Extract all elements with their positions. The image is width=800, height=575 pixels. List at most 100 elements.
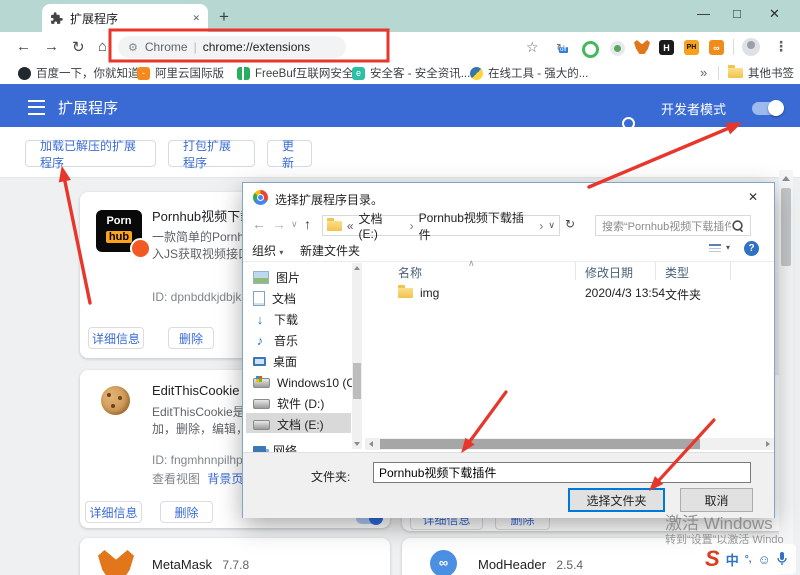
select-folder-button[interactable]: 选择文件夹 [568, 488, 665, 512]
column-divider[interactable] [730, 262, 731, 280]
window-maximize-button[interactable]: □ [733, 6, 741, 21]
folder-icon [327, 221, 342, 231]
view-caret-icon[interactable]: ▾ [726, 243, 730, 252]
modheader-extension-icon[interactable]: H [659, 40, 674, 55]
folder-name-input[interactable] [373, 462, 751, 483]
scroll-up-arrow[interactable] [782, 176, 790, 181]
sidebar-item-downloads[interactable]: ↓下载 [253, 310, 298, 329]
sidebar-item-documents[interactable]: 文档 [253, 289, 296, 308]
h-glyph: H [663, 43, 670, 53]
scrollbar-thumb[interactable] [353, 363, 361, 399]
bookmark-aliyun[interactable]: -阿里云国际版 [137, 65, 224, 81]
column-divider[interactable] [575, 262, 576, 280]
scroll-left-arrow[interactable] [369, 441, 373, 447]
sidebar-item-drive-e[interactable]: 文档 (E:) [253, 415, 324, 434]
editthiscookie-extension-icon[interactable]: ∞ [709, 40, 724, 55]
column-type[interactable]: 类型 [665, 264, 689, 281]
nav-up-icon[interactable]: ↑ [304, 216, 311, 232]
pornhub-extension-icon[interactable]: PH [684, 40, 699, 55]
bookmarks-overflow-button[interactable]: » [700, 65, 707, 80]
bookmark-baidu[interactable]: 百度一下，你就知道 [18, 65, 140, 81]
organize-label: 组织 [252, 244, 276, 258]
address-divider: | [194, 40, 197, 54]
ime-lang-toggle[interactable]: 中 [726, 550, 739, 569]
reload-button[interactable]: ↻ [72, 38, 85, 56]
column-name[interactable]: 名称 [398, 264, 422, 281]
sidebar-item-pictures[interactable]: 图片 [253, 268, 300, 287]
cancel-label: 取消 [704, 492, 728, 509]
list-horizontal-scrollbar[interactable] [365, 438, 774, 450]
refresh-icon[interactable]: ↻ [565, 217, 575, 231]
home-button[interactable]: ⌂ [98, 38, 107, 55]
bookmark-anquanke[interactable]: e安全客 - 安全资讯... [352, 65, 470, 81]
scrollbar-thumb[interactable] [380, 439, 700, 449]
bookmark-label: 百度一下，你就知道 [36, 65, 140, 81]
hamburger-menu-icon[interactable] [28, 100, 45, 115]
pack-extension-button[interactable]: 打包扩展程序 [168, 140, 255, 167]
ime-emoji-icon[interactable]: ☺ [757, 552, 770, 567]
organize-button[interactable]: 组织 ▾ [252, 242, 283, 259]
scroll-down-arrow[interactable] [354, 442, 360, 446]
remove-button[interactable]: 删除 [168, 327, 214, 349]
breadcrumb-drive[interactable]: 文档 (E:) [359, 210, 405, 241]
tab-close-icon[interactable]: ✕ [192, 13, 200, 24]
scroll-right-arrow[interactable] [766, 441, 770, 447]
proxy-off-extension-icon[interactable]: ↻ off [556, 39, 572, 55]
other-bookmarks-button[interactable]: 其他书签 [728, 65, 794, 81]
window-minimize-button[interactable]: — [697, 6, 710, 21]
nav-back-icon[interactable]: ← [252, 216, 266, 232]
dialog-close-icon[interactable]: ✕ [748, 190, 758, 204]
sogou-logo[interactable]: S [705, 546, 720, 572]
forward-button[interactable]: → [44, 38, 59, 55]
cookie-icon [101, 386, 130, 415]
nav-forward-icon[interactable]: → [272, 216, 286, 232]
ime-punctuation-toggle[interactable]: °, [745, 554, 752, 565]
address-bar[interactable]: ⚙ Chrome | chrome://extensions [118, 36, 346, 58]
tab-extensions[interactable]: 扩展程序 ✕ [42, 4, 208, 32]
bookmark-star-icon[interactable]: ☆ [526, 39, 539, 56]
bookmark-tools[interactable]: 在线工具 - 强大的... [470, 65, 588, 81]
update-button[interactable]: 更新 [267, 140, 312, 167]
sidebar-item-desktop[interactable]: 桌面 [253, 352, 297, 371]
sidebar-item-drive-d[interactable]: 软件 (D:) [253, 394, 324, 413]
off-badge: off [559, 47, 568, 53]
page-scrollbar[interactable] [779, 170, 793, 575]
dialog-command-bar: 组织 ▾ 新建文件夹 ▾ ? [243, 238, 774, 262]
back-button[interactable]: ← [16, 38, 31, 55]
background-page-link[interactable]: 背景页 [207, 472, 243, 486]
breadcrumb-prefix[interactable]: « [347, 219, 354, 233]
breadcrumb-dropdown-icon[interactable]: ∨ [548, 220, 555, 231]
view-mode-icon[interactable] [709, 244, 721, 255]
dev-mode-toggle[interactable] [752, 102, 782, 115]
new-tab-button[interactable]: + [219, 7, 229, 27]
nav-history-dropdown-icon[interactable]: ∨ [291, 219, 298, 230]
remove-button[interactable]: 删除 [160, 501, 213, 523]
window-close-button[interactable]: ✕ [769, 6, 780, 22]
details-button[interactable]: 详细信息 [88, 327, 144, 349]
tab-title: 扩展程序 [70, 10, 192, 27]
scroll-up-arrow[interactable] [354, 266, 360, 270]
ime-mic-icon[interactable] [777, 552, 787, 566]
sidebar-item-music[interactable]: ♪音乐 [253, 331, 298, 350]
sidebar-item-drive-c[interactable]: Windows10 (C: [253, 373, 358, 392]
bookmark-freebuf[interactable]: FreeBuf互联网安全... [237, 65, 363, 81]
dialog-search-box[interactable]: 搜索“Pornhub视频下载插件” [595, 215, 751, 236]
inspect-views-row: 查看视图 背景页 [152, 470, 243, 487]
green-ring-extension-icon[interactable] [582, 41, 599, 58]
new-folder-button[interactable]: 新建文件夹 [300, 242, 360, 259]
select-folder-dialog: 选择扩展程序目录。 ✕ ← → ∨ ↑ « 文档 (E:) › Pornhub视… [243, 183, 774, 517]
anquanke-favicon: e [352, 67, 365, 80]
help-icon[interactable]: ? [744, 241, 759, 256]
avatar[interactable] [742, 38, 760, 56]
load-unpacked-button[interactable]: 加载已解压的扩展程序 [25, 140, 156, 167]
sidebar-scrollbar[interactable] [352, 263, 362, 449]
column-divider[interactable] [655, 262, 656, 280]
browser-menu-icon[interactable]: ⋮ [774, 38, 788, 55]
scrollbar-thumb[interactable] [781, 188, 791, 266]
column-date[interactable]: 修改日期 [585, 264, 633, 281]
breadcrumb-bar[interactable]: « 文档 (E:) › Pornhub视频下载插件 › ∨ [322, 215, 560, 236]
green-dot-extension-icon[interactable] [610, 41, 625, 56]
file-row-img[interactable]: img 2020/4/3 13:54 文件夹 [365, 284, 774, 303]
desktop-monitor-icon [253, 357, 266, 366]
details-button[interactable]: 详细信息 [85, 501, 142, 523]
